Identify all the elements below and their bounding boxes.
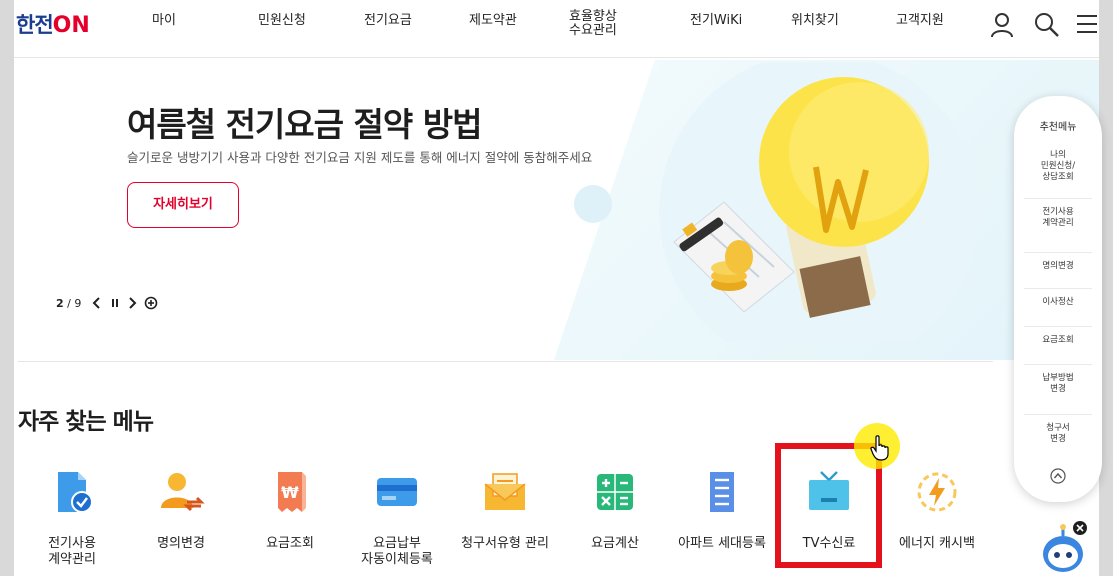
pager-total: 9 [74, 297, 82, 310]
rail-item-my-requests[interactable]: 나의 민원신청/ 상담조회 [1024, 142, 1092, 183]
energy-icon [917, 472, 957, 512]
nav-terms[interactable]: 제도약관 [469, 14, 517, 28]
quick-menu-label: 아파트 세대등록 [678, 536, 766, 551]
frequent-menu-title: 자주 찾는 메뉴 [18, 409, 154, 435]
scroll-up-icon[interactable] [1050, 468, 1066, 484]
user-icon[interactable] [990, 12, 1014, 38]
card-icon [377, 478, 417, 506]
nav-efficiency[interactable]: 효율향상 수요관리 [569, 10, 617, 38]
quick-menu-bill-inquiry[interactable]: ₩ 요금조회 [240, 468, 340, 552]
nav-wiki[interactable]: 전기WiKi [690, 14, 742, 28]
kepco-on-logo[interactable]: 한전ON [16, 9, 90, 38]
view-all-slides-icon[interactable] [144, 296, 158, 310]
quick-menu-name-change[interactable]: 명의변경 [131, 468, 231, 552]
rail-title: 추천메뉴 [1039, 122, 1077, 133]
decorative-circle [574, 185, 612, 223]
logo-text: 한전 [16, 14, 54, 37]
rail-item-bill-change[interactable]: 청구서 변경 [1024, 414, 1092, 445]
pager-current: 2 [56, 297, 64, 310]
quick-menu-label: 요금납부 자동이체등록 [361, 536, 433, 567]
rail-item-contract[interactable]: 전기사용 계약관리 [1024, 198, 1092, 229]
menu-icon[interactable] [1076, 14, 1098, 34]
contract-icon [58, 472, 93, 513]
quick-menu-bill-type[interactable]: 청구서유형 관리 [455, 468, 555, 552]
pause-slide-icon[interactable] [109, 296, 121, 310]
section-divider [18, 361, 993, 362]
nav-my[interactable]: 마이 [152, 14, 176, 28]
nav-support[interactable]: 고객지원 [896, 14, 944, 28]
pager-separator: / [67, 297, 71, 310]
quick-menu-label: 요금계산 [591, 536, 639, 551]
quick-menu-label: 에너지 캐시백 [899, 536, 975, 551]
nav-civil-request[interactable]: 민원신청 [258, 14, 306, 28]
person-change-icon [161, 473, 205, 512]
apartment-icon [710, 472, 734, 512]
nav-electric-bill[interactable]: 전기요금 [364, 14, 412, 28]
quick-menu-apartment[interactable]: 아파트 세대등록 [672, 468, 772, 552]
hero-title: 여름철 전기요금 절약 방법 [127, 105, 482, 144]
next-slide-icon[interactable] [126, 296, 138, 310]
quick-menu-energy-cashback[interactable]: 에너지 캐시백 [887, 468, 987, 552]
rail-item-payment-method[interactable]: 납부방법 변경 [1024, 364, 1092, 395]
browser-page: 한전ON 마이 민원신청 전기요금 제도약관 효율향상 수요관리 전기WiKi … [14, 0, 1099, 576]
lightbulb-illustration [659, 62, 979, 342]
recommended-menu-rail: 추천메뉴 나의 민원신청/ 상담조회 전기사용 계약관리 명의변경 이사정산 요… [1014, 96, 1102, 502]
quick-menu-label: 요금조회 [266, 536, 314, 551]
quick-menu-label: 청구서유형 관리 [461, 536, 549, 551]
calculator-icon [597, 474, 633, 510]
quick-menu-label: 명의변경 [157, 536, 205, 551]
quick-menu-auto-payment[interactable]: 요금납부 자동이체등록 [347, 468, 447, 568]
hero-subtitle: 슬기로운 냉방기기 사용과 다양한 전기요금 지원 제도를 통해 에너지 절약에… [127, 150, 593, 165]
hero-detail-button[interactable]: 자세히보기 [127, 182, 239, 228]
mail-icon [484, 473, 526, 510]
quick-menu-calculate[interactable]: 요금계산 [565, 468, 665, 552]
hand-cursor-icon [870, 435, 889, 461]
quick-menu-label: 전기사용 계약관리 [48, 536, 96, 567]
rail-item-bill-inquiry[interactable]: 요금조회 [1024, 326, 1092, 346]
search-icon[interactable] [1034, 12, 1060, 38]
bill-icon: ₩ [278, 472, 306, 512]
rail-item-moving[interactable]: 이사정산 [1024, 288, 1092, 308]
slide-pager: 2 / 9 [56, 297, 81, 310]
chatbot-mascot-icon[interactable] [1037, 520, 1095, 576]
logo-on-text: ON [52, 13, 90, 38]
nav-location[interactable]: 위치찾기 [791, 14, 839, 28]
quick-menu-contract[interactable]: 전기사용 계약관리 [22, 468, 122, 568]
prev-slide-icon[interactable] [91, 296, 103, 310]
site-header: 한전ON 마이 민원신청 전기요금 제도약관 효율향상 수요관리 전기WiKi … [14, 0, 1099, 58]
svg-text:₩: ₩ [281, 483, 299, 502]
rail-item-name-change[interactable]: 명의변경 [1024, 252, 1092, 272]
